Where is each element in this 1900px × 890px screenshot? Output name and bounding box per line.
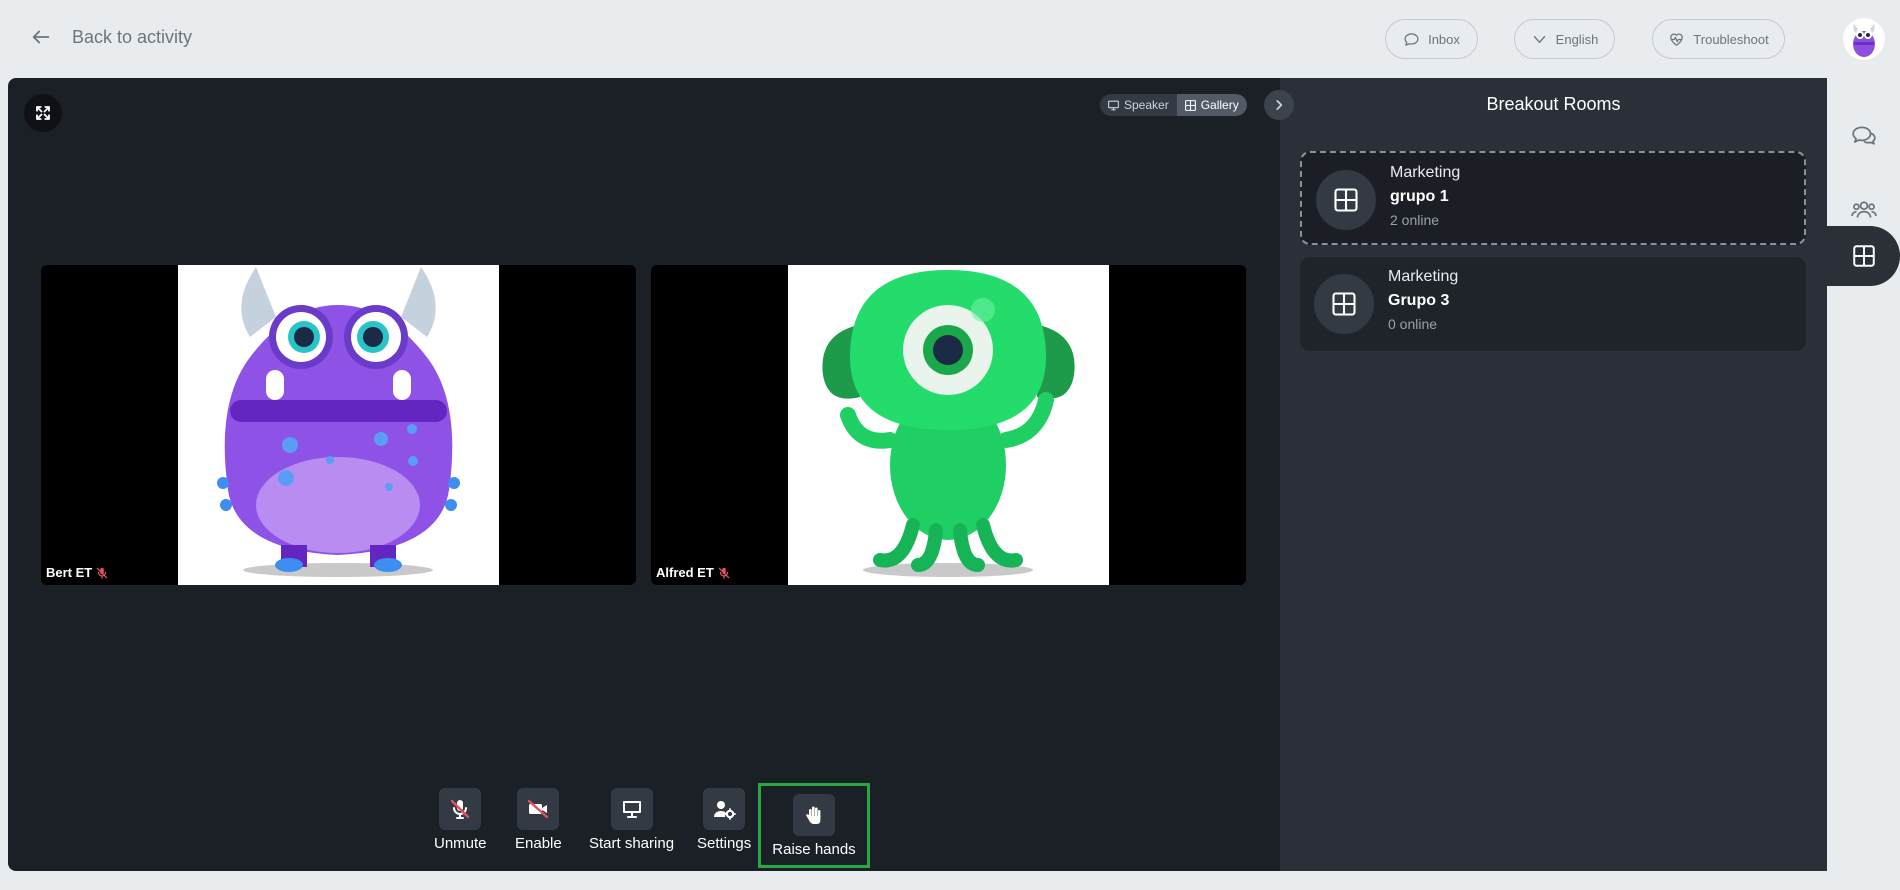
speaker-view-label: Speaker [1124, 98, 1169, 112]
participant-video [178, 265, 499, 585]
room-text: Marketing Grupo 3 0 online [1388, 268, 1458, 332]
mic-off-icon [451, 799, 470, 819]
purple-monster-avatar-icon [217, 267, 460, 577]
enable-icon-box [517, 788, 560, 830]
chat-tab-button[interactable] [1827, 106, 1900, 166]
troubleshoot-label: Troubleshoot [1693, 31, 1769, 47]
top-bar: Back to activity Inbox English Troublesh… [0, 0, 1900, 78]
raise-hands-button[interactable]: Raise hands [758, 783, 870, 868]
mic-muted-icon [718, 567, 730, 579]
green-monster-avatar-icon [822, 270, 1075, 577]
back-label: Back to activity [72, 26, 193, 47]
language-label: English [1555, 31, 1599, 47]
participant-name: Alfred ET [656, 565, 714, 580]
camera-off-icon [528, 799, 549, 819]
panel-title: Breakout Rooms [1486, 94, 1621, 114]
gallery-view-option[interactable]: Gallery [1176, 94, 1247, 116]
collapse-panel-button[interactable] [1264, 90, 1294, 120]
monitor-icon [622, 801, 641, 818]
breakout-rooms-tab-button[interactable] [1827, 226, 1900, 286]
unmute-icon-box [439, 788, 482, 830]
chat-bubbles-icon [1851, 126, 1876, 145]
troubleshoot-button[interactable]: Troubleshoot [1652, 19, 1785, 59]
fullscreen-button[interactable] [24, 94, 62, 132]
chevron-right-icon [1276, 100, 1283, 110]
raise-hands-label: Raise hands [772, 840, 856, 858]
room-online-count: 2 online [1390, 212, 1440, 228]
mic-muted-icon [96, 567, 108, 579]
room-online-count: 0 online [1388, 316, 1438, 332]
settings-icon-box [703, 788, 746, 830]
video-stage: Speaker Gallery Bert ET Alfred ET Unmute… [8, 78, 1280, 871]
language-selector[interactable]: English [1514, 19, 1615, 59]
people-group-icon [1850, 201, 1877, 218]
raise-hands-icon-box [793, 793, 835, 836]
room-icon-circle [1314, 274, 1374, 334]
participant-video [788, 265, 1109, 585]
room-icon-circle [1316, 170, 1376, 230]
inbox-label: Inbox [1428, 31, 1460, 47]
unmute-label: Unmute [434, 835, 487, 852]
grid-icon [1334, 188, 1358, 212]
breakout-room-card[interactable]: Marketing grupo 1 2 online [1300, 151, 1806, 245]
chat-bubble-icon [1404, 32, 1419, 46]
expand-icon [36, 106, 50, 120]
inbox-button[interactable]: Inbox [1385, 19, 1478, 59]
share-icon-box [610, 788, 653, 830]
enable-camera-button[interactable]: Enable [515, 788, 562, 852]
start-sharing-button[interactable]: Start sharing [589, 788, 674, 852]
right-rail [1827, 78, 1900, 871]
grid-icon [1184, 99, 1196, 111]
enable-label: Enable [515, 835, 562, 852]
participant-name: Bert ET [46, 565, 93, 580]
grid-icon [1852, 245, 1875, 267]
speaker-view-option[interactable]: Speaker [1100, 94, 1177, 116]
heart-pulse-icon [1670, 33, 1684, 46]
arrow-left-icon [32, 30, 50, 44]
gallery-view-label: Gallery [1200, 98, 1239, 112]
chevron-down-icon [1533, 35, 1545, 43]
user-avatar[interactable] [1843, 18, 1885, 60]
participant-name-label: Bert ET [46, 565, 109, 580]
presentation-icon [1108, 100, 1119, 110]
room-name: grupo 1 [1390, 188, 1449, 205]
settings-label: Settings [697, 835, 752, 852]
user-gear-icon [714, 801, 736, 820]
participant-tile[interactable]: Bert ET [41, 265, 636, 585]
view-mode-toggle: Speaker Gallery [1100, 94, 1247, 116]
breakout-room-card[interactable]: Marketing Grupo 3 0 online [1300, 257, 1806, 351]
room-category: Marketing [1388, 268, 1459, 285]
room-name: Grupo 3 [1388, 292, 1450, 309]
grid-icon [1332, 292, 1356, 316]
purple-monster-avatar-icon [1853, 24, 1875, 57]
participant-tile[interactable]: Alfred ET [651, 265, 1246, 585]
start-sharing-label: Start sharing [589, 835, 675, 852]
settings-button[interactable]: Settings [697, 788, 751, 852]
breakout-rooms-panel: Breakout Rooms Marketing grupo 1 2 onlin… [1264, 78, 1827, 871]
room-category: Marketing [1390, 164, 1461, 181]
back-to-activity-link[interactable]: Back to activity [30, 26, 192, 48]
room-text: Marketing grupo 1 2 online [1390, 164, 1460, 228]
participant-name-label: Alfred ET [656, 565, 731, 580]
unmute-button[interactable]: Unmute [434, 788, 487, 852]
hand-icon [806, 806, 821, 824]
